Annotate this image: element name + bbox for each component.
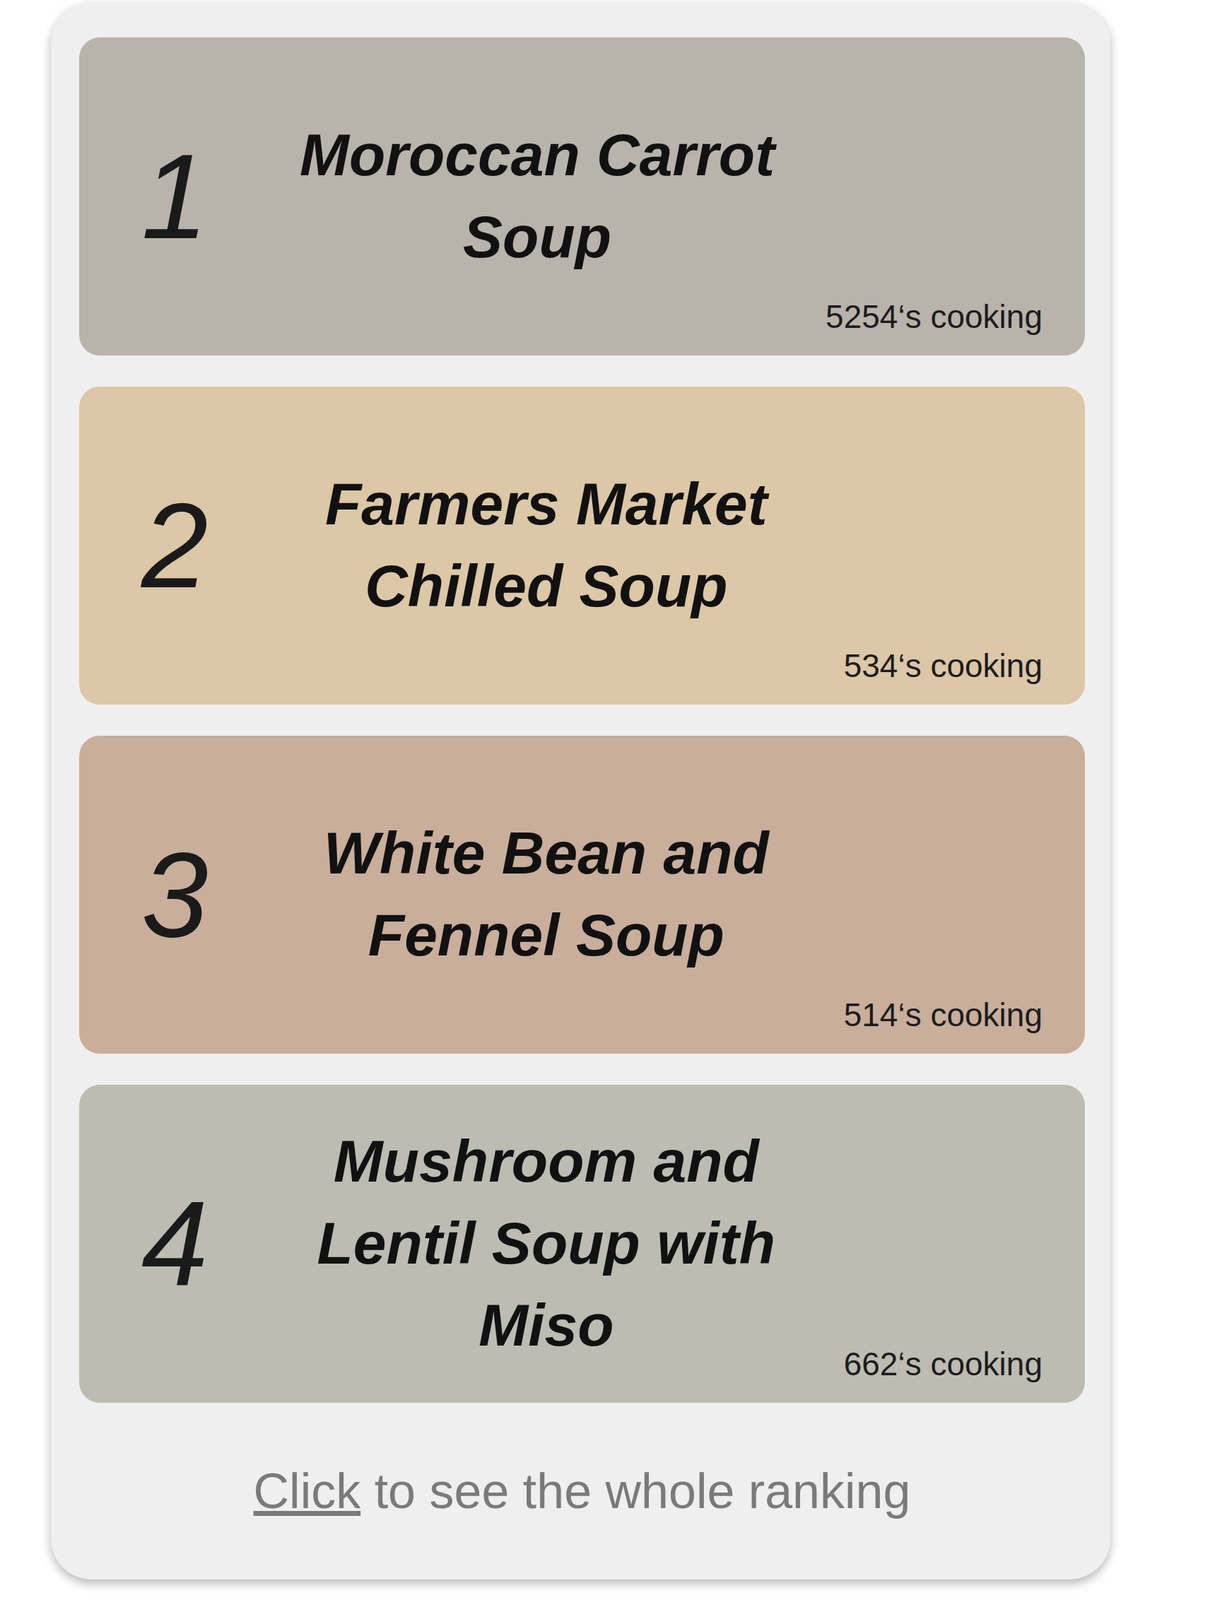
rank-number: 2 [79,386,249,705]
ranking-list: 1Moroccan Carrot Soup5254‘s cooking2Farm… [79,37,1085,1403]
soup-title: Farmers Market Chilled Soup [248,386,844,705]
footer-text: Click to see the whole ranking [253,1454,912,1529]
ranking-item[interactable]: 2Farmers Market Chilled Soup534‘s cookin… [79,386,1085,705]
rank-number: 4 [79,1084,249,1403]
cooking-count: 514‘s cooking [843,995,1085,1055]
ranking-card: 1Moroccan Carrot Soup5254‘s cooking2Farm… [50,2,1111,1580]
cooking-count: 662‘s cooking [843,1344,1085,1404]
soup-title: White Bean and Fennel Soup [248,735,844,1054]
rank-number: 3 [79,735,249,1054]
soup-title: Mushroom and Lentil Soup with Miso [248,1084,844,1403]
ranking-item[interactable]: 4Mushroom and Lentil Soup with Miso662‘s… [79,1084,1085,1403]
ranking-item[interactable]: 3White Bean and Fennel Soup514‘s cooking [79,735,1085,1054]
cooking-count: 534‘s cooking [843,645,1085,706]
ranking-footer: Click to see the whole ranking [79,1402,1085,1580]
cooking-count: 5254‘s cooking [825,296,1085,357]
footer-caption: to see the whole ranking [360,1463,911,1519]
see-ranking-link[interactable]: Click [253,1463,362,1519]
rank-number: 1 [79,37,249,356]
ranking-item[interactable]: 1Moroccan Carrot Soup5254‘s cooking [79,37,1085,356]
soup-title: Moroccan Carrot Soup [248,37,826,356]
